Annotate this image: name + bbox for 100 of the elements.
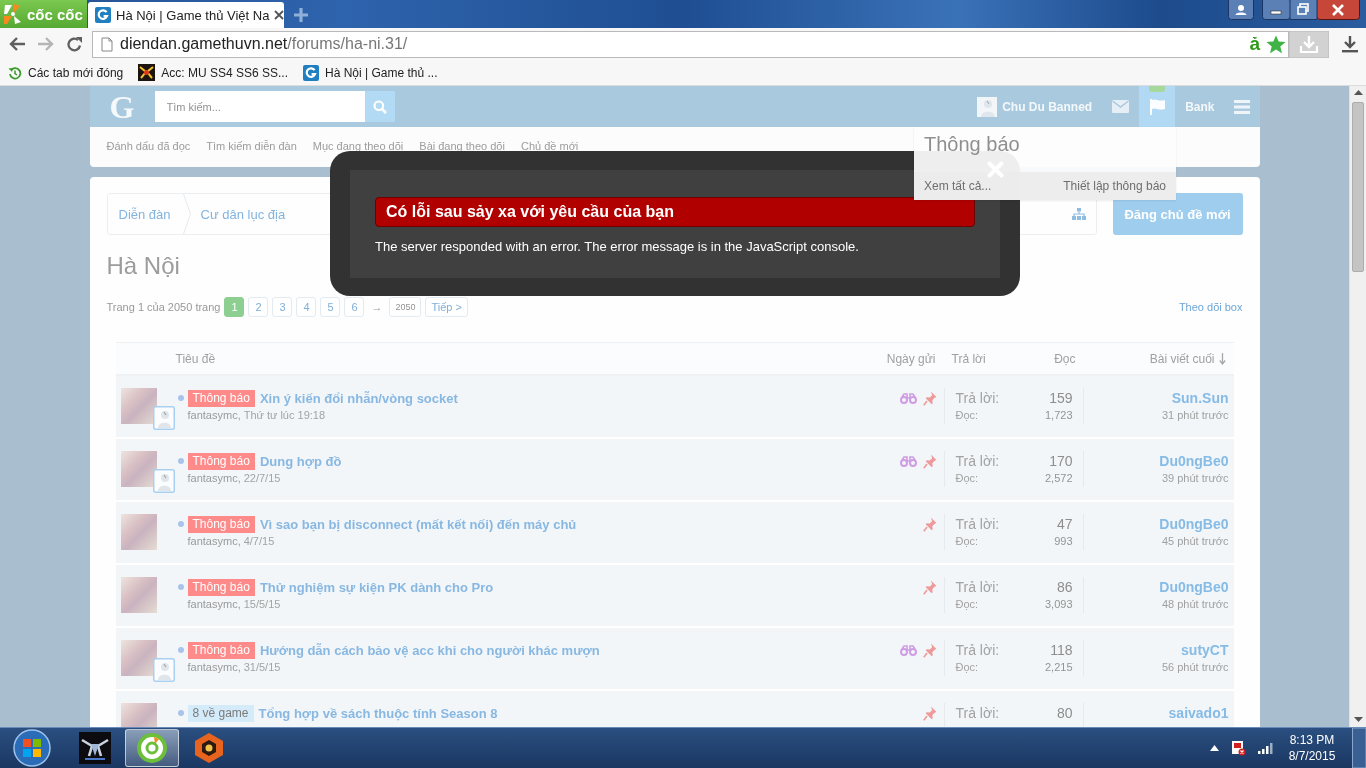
thread-author-link[interactable]: fantasymc, — [187, 598, 241, 610]
sitemap-icon[interactable] — [1071, 208, 1086, 220]
user-profile-icon[interactable] — [1228, 0, 1254, 20]
scroll-down-icon[interactable] — [1353, 717, 1363, 722]
last-poster-link[interactable]: Sun.Sun — [1171, 388, 1229, 408]
page-link[interactable]: 3 — [272, 297, 293, 317]
search-button[interactable] — [364, 91, 395, 122]
new-thread-button[interactable]: Đăng chủ đề mới — [1112, 193, 1243, 235]
envelope-icon[interactable] — [1112, 100, 1130, 113]
views-count: 2,215 — [1044, 661, 1073, 673]
start-orb-icon[interactable] — [12, 728, 52, 768]
minimize-icon[interactable] — [1262, 0, 1290, 20]
thread-title-link[interactable]: Vì sao bạn bị disconnect (mất kết nối) đến máy chủ — [259, 516, 577, 532]
breadcrumb-link[interactable]: Cư dân lục địa — [200, 206, 286, 222]
back-icon[interactable] — [8, 36, 26, 52]
avatar-placeholder[interactable] — [120, 577, 157, 613]
last-poster-link[interactable]: saivado1 — [1168, 703, 1229, 723]
download-icon[interactable] — [1341, 35, 1359, 53]
thread-title-link[interactable]: Dung hợp đồ — [259, 453, 342, 469]
page-link[interactable]: 4 — [296, 297, 317, 317]
thread-title-link[interactable]: Tổng hợp về sách thuộc tính Season 8 — [258, 705, 498, 721]
prefix-tag[interactable]: Thông báo — [187, 515, 255, 533]
browser-tab[interactable]: Hà Nội | Game thủ Việt Na — [88, 2, 284, 28]
browser-menu-button[interactable]: cốc cốc — [0, 0, 87, 28]
signal-bars-icon[interactable] — [1258, 742, 1274, 754]
page-link[interactable]: 1 — [224, 297, 245, 317]
forward-icon[interactable] — [37, 36, 55, 52]
column-header[interactable]: Đọc — [1054, 351, 1076, 366]
scroll-up-icon[interactable] — [1353, 90, 1363, 95]
views-count: 3,093 — [1044, 598, 1073, 610]
site-logo[interactable]: G — [109, 90, 135, 123]
subnav-link[interactable]: Chủ đề mới — [520, 139, 579, 152]
menu-icon[interactable] — [1233, 99, 1250, 114]
thread-title-link[interactable]: Thử nghiệm sự kiện PK dành cho Pro — [259, 579, 494, 595]
next-page-link[interactable]: Tiếp > — [425, 297, 468, 317]
user-avatar-icon[interactable] — [152, 658, 175, 682]
show-desktop-icon[interactable] — [1352, 728, 1366, 768]
column-header[interactable]: Tiêu đề — [175, 351, 216, 366]
page-link[interactable]: 6 — [344, 297, 365, 317]
download-tray-icon[interactable] — [1289, 30, 1329, 58]
alerts-button[interactable] — [1139, 86, 1176, 127]
page-link[interactable]: 2 — [248, 297, 269, 317]
bookmark-link[interactable]: Hà Nội | Game thủ ... — [300, 64, 440, 81]
reload-icon[interactable] — [66, 35, 83, 53]
avatar-placeholder[interactable] — [120, 640, 157, 676]
avatar-placeholder[interactable] — [120, 388, 157, 424]
close-icon[interactable] — [274, 10, 285, 20]
prefix-tag[interactable]: Thông báo — [187, 578, 255, 596]
last-poster-link[interactable]: Du0ngBe0 — [1159, 514, 1229, 534]
taskbar-app-button[interactable] — [125, 729, 179, 767]
subnav-link[interactable]: Đánh dấu đã đọc — [106, 139, 191, 152]
thread-author-link[interactable]: fantasymc, — [187, 472, 241, 484]
user-avatar-icon[interactable] — [152, 469, 175, 493]
address-field[interactable]: diendan.gamethuvn.net/forums/ha-ni.31/ ả — [92, 30, 1289, 58]
last-poster-link[interactable]: sutyCT — [1181, 640, 1229, 660]
search-field[interactable]: Tìm kiếm... — [154, 91, 365, 122]
view-all-link[interactable]: Xem tất cả... — [924, 179, 992, 193]
maximize-icon[interactable] — [1290, 0, 1317, 20]
clock-date[interactable]: 8/7/2015 — [1288, 748, 1336, 764]
alert-settings-link[interactable]: Thiết lập thông báo — [1063, 179, 1166, 193]
input-mode-indicator[interactable]: ả — [1249, 33, 1260, 55]
replies-label: Trả lời: — [955, 579, 1000, 595]
tray-expand-icon[interactable] — [1210, 745, 1219, 751]
thread-author-link[interactable]: fantasymc, — [187, 535, 241, 547]
star-icon[interactable] — [1266, 34, 1286, 54]
avatar-placeholder[interactable] — [120, 451, 157, 487]
user-avatar-icon — [977, 96, 998, 117]
bookmark-link[interactable]: Các tab mới đóng — [6, 65, 126, 80]
subnav-link[interactable]: Tìm kiếm diễn đàn — [206, 139, 297, 152]
page-link[interactable]: 2050 — [389, 297, 422, 317]
breadcrumb-link[interactable]: Diễn đàn — [118, 206, 171, 222]
close-icon[interactable] — [1317, 0, 1360, 20]
avatar-placeholder[interactable] — [120, 514, 157, 550]
prefix-tag[interactable]: Thông báo — [187, 389, 255, 407]
user-avatar-icon[interactable] — [152, 406, 175, 430]
new-tab-icon[interactable] — [293, 7, 309, 23]
column-header[interactable]: Ngày gửi — [886, 351, 936, 366]
last-poster-link[interactable]: Du0ngBe0 — [1159, 451, 1229, 471]
prefix-tag[interactable]: Thông báo — [187, 641, 255, 659]
prefix-tag[interactable]: 8 về game — [187, 704, 254, 722]
scrollbar-thumb[interactable] — [1352, 102, 1364, 272]
bank-link[interactable]: Bank — [1185, 99, 1215, 114]
thread-title-link[interactable]: Xin ý kiến đổi nhẫn/vòng socket — [259, 390, 458, 406]
page-error-icon[interactable] — [1231, 740, 1246, 756]
prefix-tag[interactable]: Thông báo — [187, 452, 255, 470]
site-favicon-icon — [95, 7, 111, 23]
watch-forum-link[interactable]: Theo dõi box — [1178, 301, 1243, 313]
thread-author-link[interactable]: fantasymc, — [187, 409, 241, 421]
last-poster-link[interactable]: Du0ngBe0 — [1159, 577, 1229, 597]
clock-time[interactable]: 8:13 PM — [1289, 732, 1335, 748]
site-favicon-icon — [302, 64, 319, 81]
column-header[interactable]: Bài viết cuối — [1149, 351, 1215, 366]
thread-author-link[interactable]: fantasymc, — [187, 661, 241, 673]
user-menu-link[interactable]: Chu Du Banned — [977, 96, 1093, 117]
views-count: 1,723 — [1044, 409, 1073, 421]
page-link[interactable]: 5 — [320, 297, 341, 317]
column-header[interactable]: Trả lời — [951, 351, 986, 366]
thread-title-link[interactable]: Hướng dẫn cách bảo vệ acc khi cho người khác mượn — [259, 642, 600, 658]
bookmark-link[interactable]: Acc: MU SS4 SS6 SS... — [136, 64, 290, 81]
subnav-link[interactable]: Bài đang theo dõi — [419, 139, 505, 152]
